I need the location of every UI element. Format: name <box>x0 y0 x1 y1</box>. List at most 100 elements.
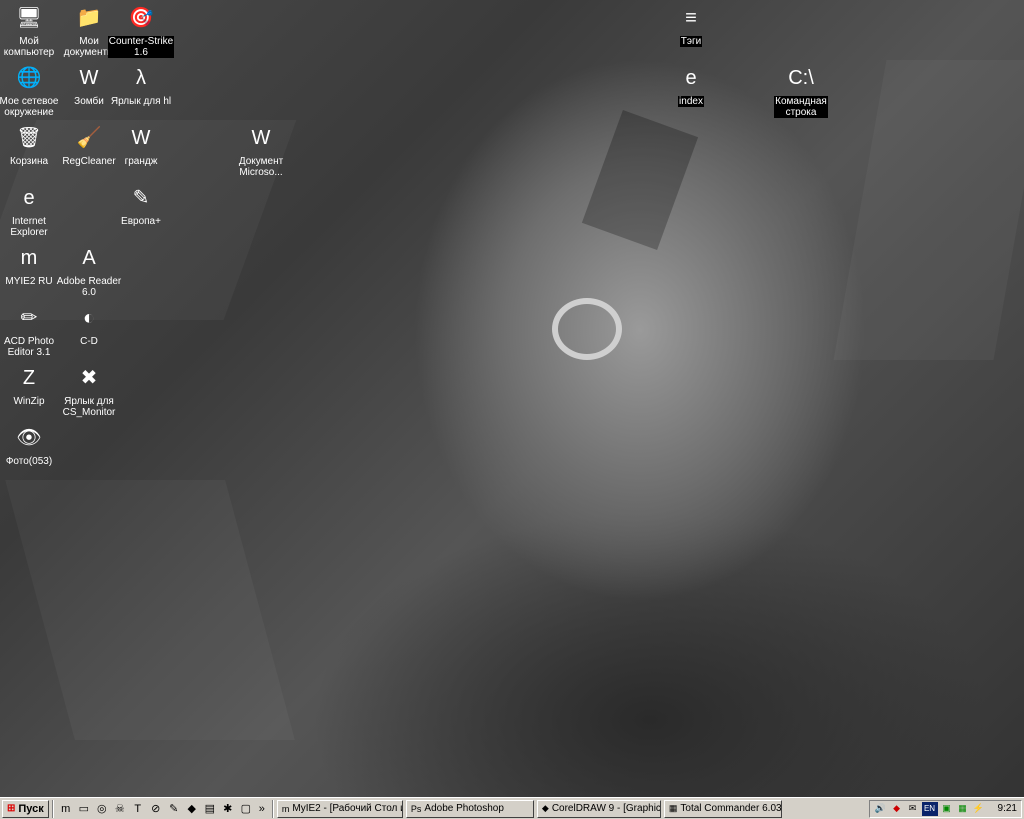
quick-launch-coreldraw-icon[interactable]: ◆ <box>184 801 200 817</box>
wallpaper-facet <box>5 480 295 740</box>
text-file-icon: ≡ <box>685 7 697 29</box>
desktop-icon-label: ACD Photo Editor 3.1 <box>3 336 55 358</box>
desktop-icon-half-life[interactable]: λ Ярлык для hl <box>104 62 178 107</box>
desktop-icon-adobe-reader[interactable]: A Adobe Reader 6.0 <box>52 242 126 298</box>
quick-launch-star-icon[interactable]: ✱ <box>220 801 236 817</box>
quick-launch-winamp-icon[interactable]: ⊘ <box>148 801 164 817</box>
taskbar-separator <box>51 799 54 818</box>
desktop-icon-counter-strike[interactable]: 🎯 Counter-Strike 1.6 <box>104 2 178 58</box>
desktop-icon-label: Командная строка <box>774 96 828 118</box>
task-button[interactable]: ◆ CorelDRAW 9 - [Graphic1] <box>536 799 661 818</box>
counter-strike-icon: 🎯 <box>128 7 154 29</box>
start-button-label: Пуск <box>18 802 44 815</box>
volume-icon[interactable]: 🔊 <box>874 802 888 816</box>
desktop-icon-command-prompt[interactable]: C:\ Командная строка <box>764 62 838 118</box>
desktop-icon-label: Мое сетевое окружение <box>0 96 59 118</box>
total-commander-icon: ▦ <box>668 803 678 813</box>
desktop-icon-html-file[interactable]: e index <box>654 62 728 107</box>
desktop-icon-label: MYIE2 RU <box>5 276 53 287</box>
desktop-icon-label: Фото(053) <box>5 456 53 467</box>
winamp-file-icon: ✎ <box>132 187 150 209</box>
internet-explorer-icon: e <box>23 187 35 209</box>
desktop-icon-label: Зомби <box>74 96 104 107</box>
desktop-icon-label: Мой компьютер <box>3 36 55 58</box>
myie2-icon: m <box>20 247 38 269</box>
wallpaper-nose-ring <box>552 298 622 360</box>
word-doc-icon: W <box>79 67 99 89</box>
lightning-icon[interactable]: ⚡ <box>972 802 986 816</box>
desktop-icon-label: Ярлык для CS_Monitor <box>62 396 116 418</box>
winzip-icon: Z <box>22 367 36 389</box>
taskbar-separator <box>271 799 274 818</box>
wallpaper-tattoo <box>581 109 699 251</box>
html-file-icon: e <box>685 67 697 89</box>
desktop-icon-internet-explorer[interactable]: e Internet Explorer <box>0 182 66 238</box>
desktop[interactable]: 🖥 Мой компьютер 📁 Мои документы 🎯 Counter-Str… <box>0 0 1024 797</box>
desktop-icon-label: Европа+ <box>121 216 161 227</box>
language-indicator[interactable]: EN <box>921 801 938 816</box>
quick-launch-skull-icon[interactable]: ☠ <box>112 801 128 817</box>
network-tray-icon[interactable]: ✉ <box>906 802 920 816</box>
command-prompt-icon: C:\ <box>788 67 814 89</box>
photo-file-icon: 👁 <box>16 427 42 449</box>
task-button-label: Adobe Photoshop <box>424 803 504 814</box>
desktop-icon-label: Тэги <box>679 36 703 47</box>
desktop-icon-label: C-D <box>80 336 98 347</box>
windows-logo-icon: ⊞ <box>7 803 16 814</box>
desktop-icon-label: грандж <box>124 156 158 167</box>
half-life-icon: λ <box>136 67 146 89</box>
word-doc-icon: W <box>131 127 151 149</box>
desktop-icon-label: Документ Microso... <box>238 156 284 178</box>
desktop-icon-text-file[interactable]: ≡ Тэги <box>654 2 728 47</box>
desktop-icon-cs-monitor[interactable]: ✖ Ярлык для CS_Monitor <box>52 362 126 418</box>
quick-launch-pen-icon[interactable]: ✎ <box>166 801 182 817</box>
taskbar: ⊞ Пуск m ▭ ◎ ☠ T ⊘ ✎ ◆ ▤ ✱ ▢ » m MyIE2 - [Рабочий С… <box>0 797 1024 819</box>
quick-launch-myie2-icon[interactable]: m <box>58 801 74 817</box>
clock[interactable]: 9:21 <box>998 803 1017 814</box>
task-button[interactable]: Ps Adobe Photoshop <box>405 799 534 818</box>
desktop-icon-winamp-file[interactable]: ✎ Европа+ <box>104 182 178 227</box>
task-button-label: MyIE2 - [Рабочий Стол и... <box>292 803 403 814</box>
shield-icon[interactable]: ▣ <box>940 802 954 816</box>
word-doc-icon: W <box>251 127 271 149</box>
quick-launch-save-icon[interactable]: ▤ <box>202 801 218 817</box>
quick-launch-media-icon[interactable]: ◎ <box>94 801 110 817</box>
quick-launch-total-commander-icon[interactable]: T <box>130 801 146 817</box>
system-tray: 🔊 ◆ ✉ EN ▣ ▦ ⚡ 9:21 <box>868 799 1022 818</box>
coreldraw-icon: ◆ <box>541 803 549 813</box>
acd-photo-icon: ✏ <box>20 307 38 329</box>
my-computer-icon: 🖥 <box>16 7 42 29</box>
quick-launch-window-icon[interactable]: ▢ <box>238 801 254 817</box>
wallpaper-facet <box>833 60 1024 360</box>
quick-launch: m ▭ ◎ ☠ T ⊘ ✎ ◆ ▤ ✱ ▢ <box>57 801 255 817</box>
desktop-icon-label: Ярлык для hl <box>110 96 172 107</box>
connection-icon[interactable]: ▦ <box>956 802 970 816</box>
desktop-icon-label: Counter-Strike 1.6 <box>107 36 175 58</box>
desktop-icon-label: index <box>678 96 704 107</box>
recycle-bin-icon: 🗑 <box>16 127 42 149</box>
task-button[interactable]: ▦Total Commander 6.03a - ... <box>663 799 782 818</box>
myie2-icon: m <box>281 803 290 814</box>
task-button-label: CorelDRAW 9 - [Graphic1] <box>551 803 661 814</box>
task-button[interactable]: m MyIE2 - [Рабочий Стол и... <box>276 799 403 818</box>
adobe-reader-icon: A <box>82 247 96 269</box>
task-list: m MyIE2 - [Рабочий Стол и... Ps Adobe Photo… <box>276 799 785 818</box>
desktop-icon-word-doc[interactable]: W Документ Microso... <box>224 122 298 178</box>
antivirus-icon[interactable]: ◆ <box>890 802 904 816</box>
photoshop-icon: Ps <box>410 803 422 814</box>
desktop-icon-label: Adobe Reader 6.0 <box>56 276 122 298</box>
network-icon: 🌐 <box>16 67 42 89</box>
my-documents-icon: 📁 <box>76 7 102 29</box>
quick-launch-more-button[interactable]: » <box>259 803 265 815</box>
start-button[interactable]: ⊞ Пуск <box>2 799 49 818</box>
cd-icon: ◐ <box>82 307 96 329</box>
quick-launch-show-desktop-icon[interactable]: ▭ <box>76 801 92 817</box>
desktop-icon-cd[interactable]: ◐ C-D <box>52 302 126 347</box>
desktop-icon-label: Корзина <box>9 156 49 167</box>
cs-monitor-icon: ✖ <box>80 367 98 389</box>
desktop-icon-label: WinZip <box>13 396 45 407</box>
desktop-icon-label: Internet Explorer <box>10 216 48 238</box>
desktop-icon-photo-file[interactable]: 👁 Фото(053) <box>0 422 66 467</box>
regcleaner-icon: 🧹 <box>76 127 102 149</box>
desktop-icon-word-doc[interactable]: Wграндж <box>104 122 178 167</box>
